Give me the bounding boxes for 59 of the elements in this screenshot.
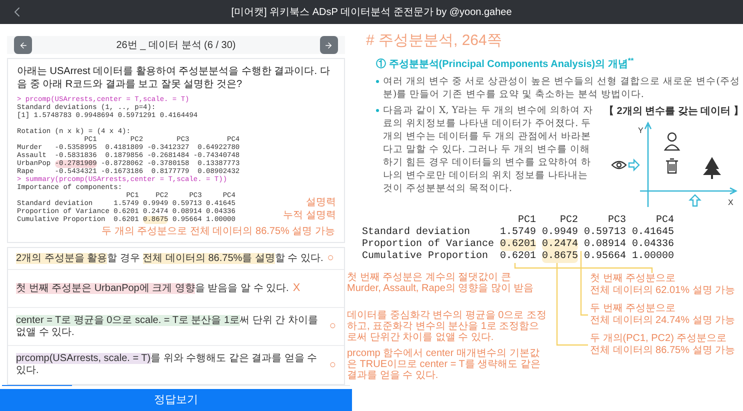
eye-arrow-icon	[611, 158, 640, 171]
margin-note: 누적 설명력	[283, 210, 336, 221]
concept-subheading: ① 주성분분석(Principal Components Analysis)의 개념$^{**}$	[376, 56, 635, 72]
show-answer-button[interactable]: 정답보기	[0, 389, 352, 411]
table-note: 두 개의 주성분으로 전체 데이터의 86.75% 설명 가능	[100, 226, 335, 238]
table-cell: 0.95664	[584, 250, 626, 262]
table-cell: 0.8675	[542, 250, 578, 262]
table-cell: 0.9949	[542, 226, 578, 238]
table-cell: 0.59713	[584, 226, 626, 238]
table-cell: 0.6201	[500, 238, 536, 250]
arrow-left-icon	[18, 40, 28, 50]
table-cell: 1.5749	[500, 226, 536, 238]
section-heading: # 주성분분석, 264쪽	[366, 31, 503, 51]
row-label: Proportion of Variance	[362, 238, 494, 250]
answer-mark: ○	[327, 251, 334, 266]
diagram-caption: 【 2개의 변수를 갖는 데이터 】	[604, 104, 743, 118]
table-cell: 1.00000	[632, 250, 674, 262]
table-cell: 0.6201	[500, 250, 536, 262]
option-text: 2개의 주성분을 활용할 경우 전체 데이터의 86.75%를 설명할 수 있다.	[16, 252, 324, 264]
next-button[interactable]	[320, 36, 338, 54]
eye-arrow-icon	[688, 194, 702, 206]
question-text: 아래는 USArrest 데이터를 활용하여 주성분분석을 수행한 결과이다. 다음 중 아래 R코드와 결과를 보고 잘못 설명한 것은?	[17, 65, 331, 91]
table-cell: 0.04336	[632, 238, 674, 250]
column-header: PC2	[558, 214, 578, 226]
row-label: Standard deviation	[362, 226, 472, 238]
option-text: prcomp(USArrests, scale. = T)를 위와 수행해도 같은 결과를 얻을 수 있다.	[16, 353, 318, 377]
arrow-right-icon	[324, 40, 334, 50]
bullet-text: 다음과 같이 X, Y라는 두 개의 변수에 의하여 자료의 위치정보를 나타낸 데이터가 주어졌다. 두 개의 변수는 데이터를 두 개의 관점에서 바라본다고 말할 수 있다. 그러나 두 개의 변수를 이해하기 힘든 경우 데이터들의 변수를 요약하여 하나의 변수로만 데이터의 위치 정보를 나타내는 것이 주성분분석의 목적이다.	[383, 104, 594, 196]
callout-text: 두 번째 주성분으로 전체 데이터의 24.74% 설명 가능	[590, 302, 736, 326]
callout-text: 두 개의(PC1, PC2) 주성분으로 전체 데이터의 86.75% 설명 가능	[590, 332, 736, 356]
option-text: 첫 번째 주성분은 UrbanPop에 크게 영향을 받음을 알 수 있다.	[16, 282, 289, 294]
answer-mark: ○	[329, 358, 336, 373]
option-note: 데이터를 중심화각 변수의 평균을 0으로 조정하고, 표준화각 변수의 분산을 1로 조정함으로써 단위간 차이를 없앨 수 있다.	[347, 310, 547, 343]
question-number: 26번 _ 데이터 분석 (6 / 30)	[116, 38, 236, 52]
column-header: PC3	[606, 214, 626, 226]
option-note: 첫 번째 주성분은 계수의 절댓값이 큰 Murder, Assault, Rape의 영향을 많이 받음	[347, 272, 535, 294]
tree-icon	[702, 156, 721, 178]
answer-mark: ○	[329, 319, 336, 334]
row-label: Cumulative Proportion	[362, 250, 490, 262]
table-cell: 0.08914	[584, 238, 626, 250]
table-cell: 0.41645	[632, 226, 674, 238]
answer-mark: X	[292, 281, 300, 296]
previous-button[interactable]	[14, 36, 32, 54]
column-header: PC1	[516, 214, 536, 226]
window-title: [미어캣] 위키북스 ADsP 데이터분석 준전문가 by @yoon.gahee	[231, 6, 512, 20]
option-note: prcomp 함수에서 center 매개변수의 기본값은 TRUE이므로 center = T를 생략해도 같은 결과를 얻을 수 있다.	[347, 348, 542, 381]
person-icon	[664, 132, 680, 150]
bullet-text: 여러 개의 변수 중 서로 상관성이 높은 변수들의 선형 결합으로 새로운 변수(주성분)를 만들어 기존 변수를 요약 및 축소하는 분석 방법이다.	[383, 74, 741, 100]
axis-label: Y	[638, 126, 644, 134]
margin-note: 설명력	[306, 197, 336, 208]
option-text: center = T로 평균을 0으로 scale. = T로 분산을 1로써 단위 간 차이를 없앨 수 있다.	[16, 314, 319, 338]
table-cell: 0.2474	[542, 238, 578, 250]
bullet-icon	[376, 80, 379, 82]
trash-can-icon	[665, 158, 678, 174]
bullet-icon	[376, 108, 379, 112]
answer-option[interactable]: 2개의 주성분을 활용할 경우 전체 데이터의 86.75%를 설명할 수 있다. ○	[8, 248, 344, 270]
callout-text: 첫 번째 주성분으로 전체 데이터의 62.01% 설명 가능	[590, 272, 736, 296]
axis-label: X	[728, 198, 734, 206]
column-header: PC4	[654, 214, 674, 226]
